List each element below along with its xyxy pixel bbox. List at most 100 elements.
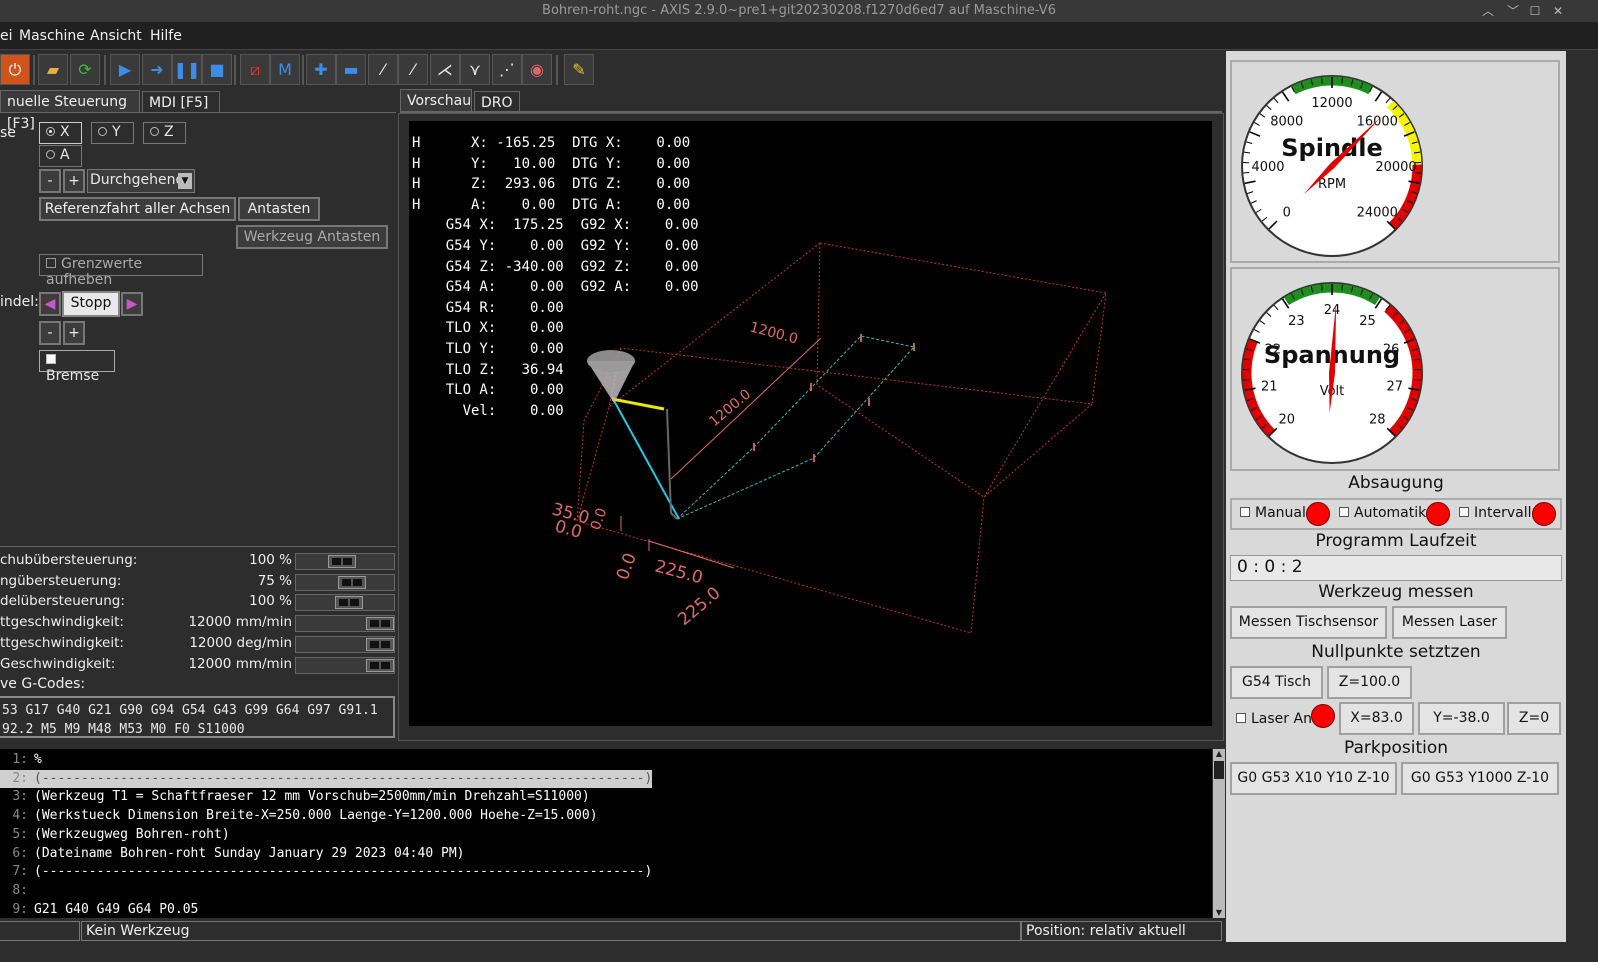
rotate-icon[interactable]: ◉ (522, 54, 552, 85)
measure-table-button[interactable]: Messen Tischsensor (1230, 606, 1387, 639)
axis-x-radio[interactable]: X (39, 122, 82, 144)
interval-checkbox[interactable]: Intervall (1459, 505, 1532, 521)
override-label: ttgeschwindigkeit: (0, 614, 124, 631)
park-label: Parkposition (1343, 738, 1449, 758)
slider-knob[interactable] (366, 617, 394, 631)
jog-minus-button[interactable]: - (39, 169, 61, 193)
touch-off-button[interactable]: Antasten (238, 197, 320, 221)
spindle-cw-icon[interactable]: ▶ (121, 292, 143, 316)
gcode-line[interactable]: 7: (-------------------------------------… (0, 863, 652, 881)
slider-knob[interactable] (366, 637, 394, 651)
spindle-plus-button[interactable]: + (63, 321, 85, 345)
axis-y-radio[interactable]: Y (91, 122, 134, 144)
manual-checkbox[interactable]: Manual (1240, 505, 1306, 521)
axis-a-radio[interactable]: A (39, 145, 82, 167)
auto-checkbox[interactable]: Automatik (1339, 505, 1426, 521)
menu-help[interactable]: Hilfe (150, 28, 182, 44)
step-icon[interactable]: ➜ (142, 54, 172, 85)
slider-knob[interactable] (334, 596, 363, 610)
spindle-minus-button[interactable]: - (39, 321, 61, 345)
override-slider[interactable] (295, 635, 395, 653)
gcode-line[interactable]: 9: G21 G40 G49 G64 P0.05 (0, 901, 198, 918)
override-label: ngübersteuerung: (0, 572, 122, 589)
gcode-line[interactable]: 1:% (0, 751, 41, 769)
gcode-scrollbar[interactable]: ▲ ▼ (1213, 749, 1225, 918)
laser-led (1311, 704, 1335, 728)
spindle-stop-button[interactable]: Stopp (62, 291, 120, 317)
clear-plot-icon[interactable]: ✎ (564, 54, 594, 85)
override-limits-checkbox[interactable]: Grenzwerte aufheben (39, 254, 203, 288)
z0-button[interactable]: Z=0 (1507, 702, 1561, 735)
view-y-icon[interactable]: ⋎ (460, 54, 490, 85)
gauge-title: Spindle (1281, 134, 1382, 162)
gcode-line[interactable]: 2: (-------------------------------------… (0, 769, 653, 788)
view-z-icon[interactable]: ⁄ (368, 54, 398, 85)
run-icon[interactable]: ▶ (110, 54, 140, 85)
close-icon[interactable]: ✕ (1548, 0, 1568, 22)
gcode-preview-canvas[interactable]: 1200.0 1200.0 225.0 225.0 35.0 0.0 0.0 0… (409, 121, 1212, 726)
custom-panel: 0 4000 8000 12000 16000 20000 24000 Spindle RPM … (1226, 51, 1566, 942)
tab-dro[interactable]: DRO (474, 91, 520, 113)
override-slider[interactable] (295, 573, 395, 591)
open-file-icon[interactable]: ▰ (38, 54, 68, 85)
x83-button[interactable]: X=83.0 (1339, 702, 1414, 735)
override-value: 100 % (249, 593, 292, 610)
optional-stop-icon[interactable]: M (270, 54, 300, 85)
override-slider[interactable] (295, 594, 395, 612)
gcode-line[interactable]: 8: (0, 882, 34, 900)
jog-plus-button[interactable]: + (63, 169, 85, 193)
jog-mode-select[interactable]: Durchgehend ▼ (87, 169, 195, 193)
gcode-line[interactable]: 3: (Werkzeug T1 = Schaftfraeser 12 mm Vor… (0, 788, 589, 806)
slider-knob[interactable] (366, 658, 394, 672)
zoom-out-icon[interactable]: ▬ (336, 54, 366, 85)
menu-file[interactable]: ei (0, 28, 13, 44)
view-p-icon[interactable]: ⋰ (492, 54, 522, 85)
zoom-in-icon[interactable]: ✚ (306, 54, 336, 85)
g54-table-button[interactable]: G54 Tisch (1230, 666, 1323, 699)
park2-button[interactable]: G0 G53 Y1000 Z-10 (1401, 762, 1559, 795)
dro-readout: H X: -165.25 DTG X: 0.00 H Y: 10.00 DTG … (412, 135, 699, 419)
tool-touch-off-button[interactable]: Werkzeug Antasten (236, 225, 388, 249)
park1-button[interactable]: G0 G53 X10 Y10 Z-10 (1230, 762, 1397, 795)
gcode-line[interactable]: 4: (Werkstueck Dimension Breite-X=250.000… (0, 807, 597, 825)
spindle-ccw-icon[interactable]: ◀ (39, 292, 61, 316)
axis-z-radio[interactable]: Z (143, 122, 186, 144)
gcode-listing[interactable]: 1:% 2: (----------------------------------… (0, 749, 1212, 918)
position-status: Position: relativ aktuell (1021, 921, 1222, 941)
block-delete-icon[interactable]: ⧄ (240, 54, 270, 85)
estop-icon[interactable]: ⏻ (0, 54, 30, 85)
gcode-line[interactable]: 6: (Dateiname Bohren-roht Sunday January … (0, 845, 464, 863)
stop-icon[interactable]: ■ (202, 54, 232, 85)
override-slider[interactable] (295, 553, 395, 570)
view-z2-icon[interactable]: ⁄ (398, 54, 428, 85)
dim-label: 225.0 (653, 557, 705, 589)
slider-knob[interactable] (327, 555, 356, 568)
override-label: delübersteuerung: (0, 593, 125, 610)
gcode-line[interactable]: 5: (Werkzeugweg Bohren-roht) (0, 826, 229, 844)
window-title: Bohren-roht.ngc - AXIS 2.9.0~pre1+git202… (542, 3, 1056, 18)
z100-button[interactable]: Z=100.0 (1327, 666, 1412, 699)
runtime-label: Programm Laufzeit (1315, 531, 1477, 551)
gauge-tick-label: 8000 (1270, 115, 1303, 130)
voltage-gauge: 202122232425262728SpannungVolt (1230, 267, 1560, 471)
pause-icon[interactable]: ❚❚ (172, 54, 202, 85)
menu-machine[interactable]: Maschine (19, 28, 85, 44)
tab-preview[interactable]: Vorschau (400, 89, 472, 111)
brake-checkbox[interactable]: Bremse (39, 350, 115, 384)
laser-on-checkbox[interactable]: Laser An (1236, 711, 1312, 727)
minimize-icon[interactable]: ︿ (1478, 0, 1498, 22)
restore-icon[interactable]: ﹀ (1503, 0, 1523, 22)
override-slider[interactable] (295, 615, 395, 633)
override-label: chubübersteuerung: (0, 552, 138, 568)
toolbar: ⏻ ▰ ⟳ ▶ ➜ ❚❚ ■ ⧄ M ✚ ▬ ⁄ ⁄ ⋌ ⋎ ⋰ ◉ ✎ (0, 51, 1250, 89)
maximize-icon[interactable]: ☐ (1525, 0, 1545, 22)
measure-laser-button[interactable]: Messen Laser (1392, 606, 1507, 639)
slider-knob[interactable] (338, 575, 366, 589)
home-all-button[interactable]: Referenzfahrt aller Achsen (39, 197, 236, 221)
y38-button[interactable]: Y=-38.0 (1418, 702, 1505, 735)
reload-icon[interactable]: ⟳ (70, 54, 100, 85)
view-x-icon[interactable]: ⋌ (430, 54, 460, 85)
menu-view[interactable]: Ansicht (90, 28, 142, 44)
zero-label: Nullpunkte setztzen (1311, 642, 1481, 662)
override-slider[interactable] (295, 656, 395, 674)
